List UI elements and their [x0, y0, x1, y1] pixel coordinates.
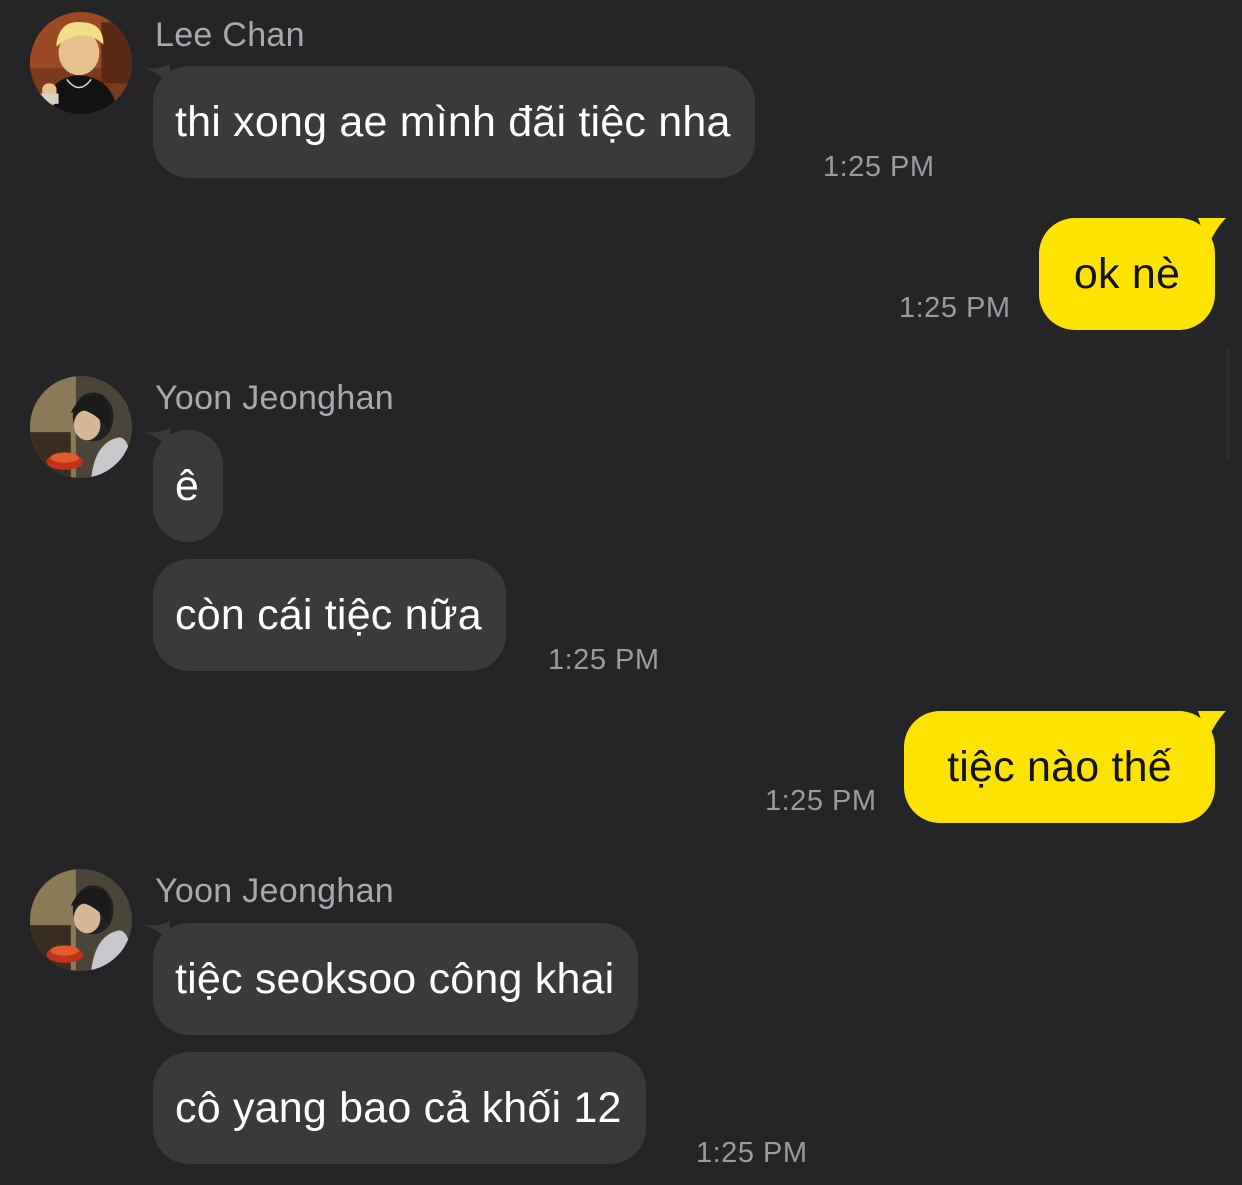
message-text: còn cái tiệc nữa: [175, 590, 482, 639]
message-text: tiệc seoksoo công khai: [175, 954, 615, 1003]
message-bubble[interactable]: thi xong ae mình đãi tiệc nha: [153, 66, 755, 178]
lee-chan-avatar[interactable]: [30, 12, 132, 114]
sender-name: Yoon Jeonghan: [155, 872, 394, 910]
message-bubble[interactable]: cô yang bao cả khối 12: [153, 1052, 646, 1164]
message-bubble-outgoing[interactable]: tiệc nào thế: [904, 711, 1215, 823]
sender-name: Lee Chan: [155, 16, 305, 54]
message-text: thi xong ae mình đãi tiệc nha: [175, 97, 731, 146]
sender-name: Yoon Jeonghan: [155, 379, 394, 417]
message-timestamp: 1:25 PM: [548, 644, 660, 676]
message-timestamp: 1:25 PM: [899, 292, 1011, 324]
message-bubble[interactable]: còn cái tiệc nữa: [153, 559, 506, 671]
yoon-jeonghan-avatar[interactable]: [30, 869, 132, 971]
bubble-tail: [1198, 711, 1226, 739]
message-text: ê: [175, 461, 200, 510]
chat-thread: Lee Chan thi xong ae mình đãi tiệc nha 1…: [0, 0, 1242, 1185]
scrollbar[interactable]: [1226, 350, 1230, 460]
bubble-tail: [1198, 218, 1226, 246]
message-timestamp: 1:25 PM: [765, 785, 877, 817]
message-bubble[interactable]: ê: [153, 430, 224, 542]
message-text: tiệc nào thế: [947, 742, 1172, 791]
yoon-jeonghan-avatar[interactable]: [30, 376, 132, 478]
message-bubble-outgoing[interactable]: ok nè: [1039, 218, 1215, 330]
message-bubble[interactable]: tiệc seoksoo công khai: [153, 923, 639, 1035]
message-text: ok nè: [1073, 249, 1181, 298]
message-timestamp: 1:25 PM: [823, 151, 935, 183]
message-text: cô yang bao cả khối 12: [175, 1083, 622, 1132]
message-timestamp: 1:25 PM: [696, 1137, 808, 1169]
